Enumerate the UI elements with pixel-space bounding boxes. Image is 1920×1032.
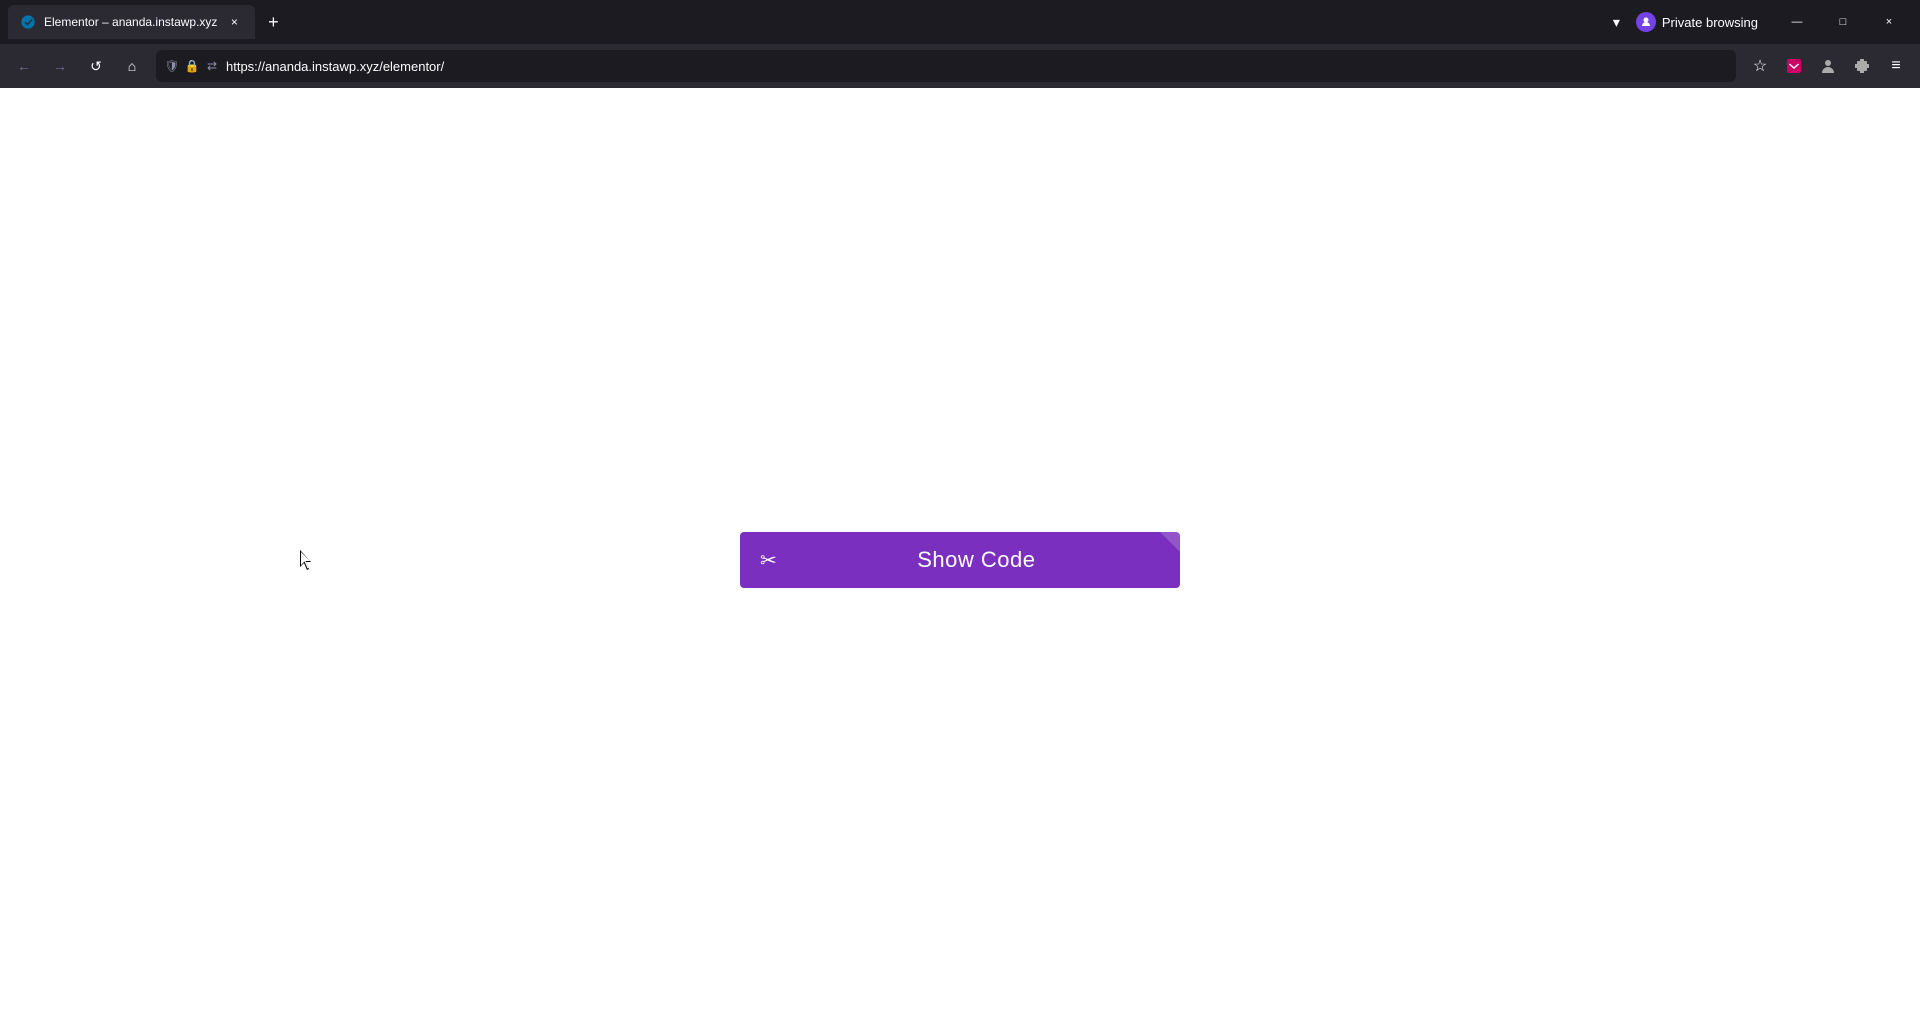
tab-dropdown-button[interactable]: ▾ (1605, 10, 1628, 35)
browser-chrome: Elementor – ananda.instawp.xyz × + ▾ Pri… (0, 0, 1920, 88)
show-code-label: Show Code (793, 547, 1160, 573)
private-browsing-icon (1636, 12, 1656, 32)
forward-button[interactable]: → (44, 50, 76, 82)
menu-button[interactable]: ≡ (1880, 50, 1912, 82)
refresh-button[interactable]: ↺ (80, 50, 112, 82)
nav-bar: ← → ↺ ⌂ 🛡 🔒 ⇄ https://ananda.instawp.xyz… (0, 44, 1920, 88)
tab-bar: Elementor – ananda.instawp.xyz × + ▾ Pri… (0, 0, 1920, 44)
home-button[interactable]: ⌂ (116, 50, 148, 82)
tab-close-button[interactable]: × (225, 13, 243, 31)
security-lock-icon: 🔒 (184, 58, 200, 74)
new-tab-button[interactable]: + (259, 8, 287, 36)
private-browsing-indicator: Private browsing (1636, 12, 1758, 32)
mouse-cursor (300, 550, 312, 570)
window-controls: — □ × (1774, 0, 1912, 44)
back-button[interactable]: ← (8, 50, 40, 82)
toolbar-icons: ☆ ≡ (1744, 50, 1912, 82)
page-content: ✂ Show Code (0, 88, 1920, 1032)
pocket-button[interactable] (1778, 50, 1810, 82)
extensions-button[interactable] (1846, 50, 1878, 82)
account-button[interactable] (1812, 50, 1844, 82)
address-bar[interactable]: 🛡 🔒 ⇄ https://ananda.instawp.xyz/element… (156, 50, 1736, 82)
scissors-icon: ✂ (760, 548, 777, 573)
active-tab[interactable]: Elementor – ananda.instawp.xyz × (8, 5, 255, 39)
tab-favicon (20, 14, 36, 30)
redirect-icon: ⇄ (204, 58, 220, 74)
show-code-button[interactable]: ✂ Show Code (740, 532, 1180, 588)
maximize-button[interactable]: □ (1820, 0, 1866, 44)
close-window-button[interactable]: × (1866, 0, 1912, 44)
bookmark-star-button[interactable]: ☆ (1744, 50, 1776, 82)
address-bar-security-icons: 🛡 🔒 ⇄ (164, 58, 220, 74)
tab-title: Elementor – ananda.instawp.xyz (44, 15, 217, 29)
url-text: https://ananda.instawp.xyz/elementor/ (226, 59, 1728, 74)
minimize-button[interactable]: — (1774, 0, 1820, 44)
private-browsing-label: Private browsing (1662, 15, 1758, 30)
tracking-protection-icon: 🛡 (164, 58, 180, 74)
